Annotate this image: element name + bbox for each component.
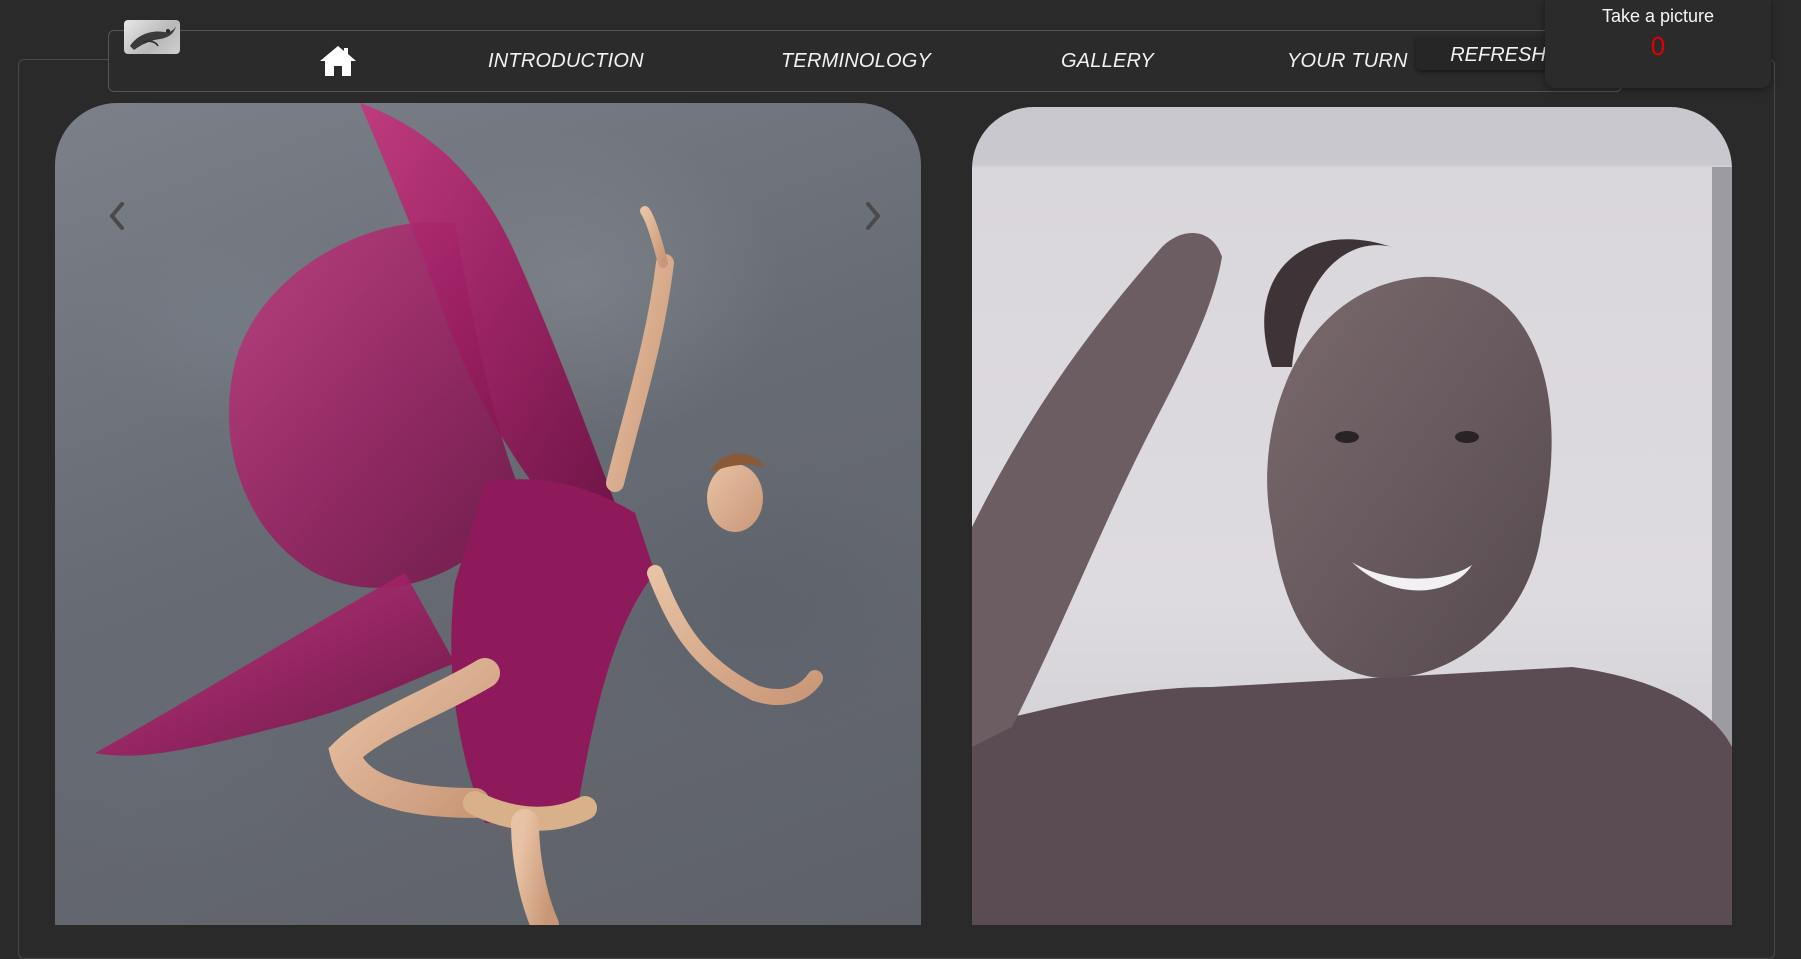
logo-image <box>130 26 176 50</box>
chevron-right-icon <box>866 202 881 230</box>
chevron-left-icon <box>109 202 124 230</box>
nav-link-terminology[interactable]: TERMINOLOGY <box>781 50 931 73</box>
carousel-prev-button[interactable] <box>102 196 132 236</box>
nav-link-introduction[interactable]: INTRODUCTION <box>488 50 644 73</box>
home-icon[interactable] <box>318 44 358 78</box>
picture-counter: 0 <box>1650 31 1666 61</box>
gallery-carousel <box>55 103 921 925</box>
take-picture-button[interactable]: Take a picture <box>1545 0 1771 27</box>
take-picture-widget: Take a picture 0 <box>1545 0 1771 88</box>
webcam-feed <box>972 107 1732 925</box>
nav-link-gallery[interactable]: GALLERY <box>1061 50 1154 73</box>
webcam-image <box>972 167 1732 925</box>
nav-link-your-turn[interactable]: YOUR TURN <box>1287 50 1408 73</box>
carousel-next-button[interactable] <box>858 196 888 236</box>
dancer-photo <box>95 103 823 925</box>
site-logo[interactable] <box>124 20 180 54</box>
